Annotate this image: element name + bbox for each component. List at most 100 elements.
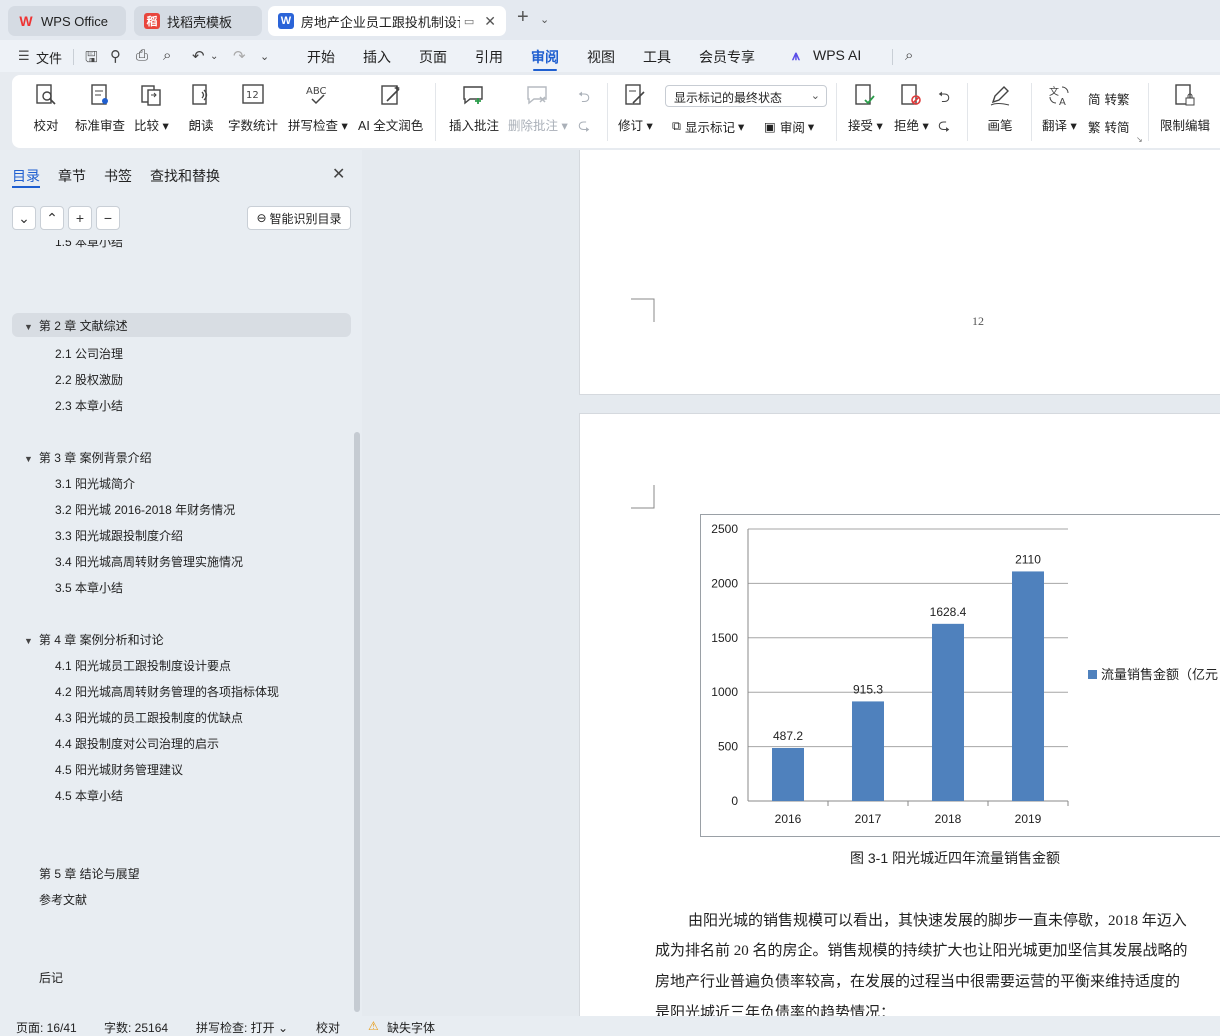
proofread-button[interactable]: 校对 bbox=[32, 81, 60, 134]
pen-button[interactable]: 画笔 bbox=[986, 81, 1014, 134]
word-count-indicator[interactable]: 字数: 25164 bbox=[104, 1019, 168, 1036]
toc-item[interactable]: 2.3 本章小结 bbox=[55, 397, 123, 414]
review-pane-button[interactable]: ▣ 审阅 ▾ bbox=[764, 117, 814, 136]
restrict-edit-button[interactable]: 限制编辑 bbox=[1160, 81, 1210, 134]
menu-tools[interactable]: 工具 bbox=[643, 47, 671, 67]
document-canvas[interactable]: 12 0 500 1000 1500 2000 2500 487.2 2016 915.3 201… bbox=[362, 150, 1220, 1016]
next-comment-icon[interactable]: ⮎ bbox=[578, 115, 590, 140]
to-traditional-label: 转繁 bbox=[1104, 93, 1130, 107]
undo-icon[interactable]: ↶ bbox=[192, 47, 205, 65]
menu-file[interactable]: 文件 bbox=[36, 48, 62, 67]
chevron-down-icon[interactable]: ⌄ bbox=[540, 13, 549, 26]
tab-document[interactable]: W 房地产企业员工跟投机制设计- ▭ ✕ bbox=[268, 6, 506, 36]
collapse-up-button[interactable]: ⌃ bbox=[40, 206, 64, 230]
spell-check-button[interactable]: ABC 拼写检查 ▾ bbox=[288, 81, 348, 134]
menu-review[interactable]: 审阅 bbox=[531, 47, 559, 67]
to-simplified-button[interactable]: 繁 转简 bbox=[1088, 117, 1130, 136]
toc-item[interactable]: 后记 bbox=[39, 969, 63, 986]
nav-tab-bookmarks[interactable]: 书签 bbox=[104, 166, 132, 186]
compare-button[interactable]: 比较 ▾ bbox=[134, 81, 169, 134]
close-tab-icon[interactable]: ✕ bbox=[484, 13, 496, 30]
nav-tab-toc[interactable]: 目录 bbox=[12, 166, 40, 186]
nav-tab-chapters[interactable]: 章节 bbox=[58, 166, 86, 186]
add-level-button[interactable]: + bbox=[68, 206, 92, 230]
markup-state-select[interactable]: 显示标记的最终状态 ⌄ bbox=[665, 85, 827, 107]
document-page[interactable]: 0 500 1000 1500 2000 2500 487.2 2016 915.3 2017 16… bbox=[579, 413, 1220, 1016]
toc-item[interactable]: 4.2 阳光城高周转财务管理的各项指标体现 bbox=[55, 683, 279, 700]
toc-item[interactable]: 1.5 本章小结 bbox=[55, 240, 123, 250]
new-tab-icon[interactable]: + bbox=[517, 6, 529, 29]
accept-button[interactable]: 接受 ▾ bbox=[848, 81, 883, 134]
toc-item[interactable]: 4.3 阳光城的员工跟投制度的优缺点 bbox=[55, 709, 243, 726]
wps-ai-icon[interactable]: ⩚ bbox=[792, 47, 800, 64]
next-change-icon[interactable]: ⮎ bbox=[938, 115, 950, 140]
menu-reference[interactable]: 引用 bbox=[475, 47, 503, 67]
spell-check-label: 拼写检查 ▾ bbox=[288, 119, 348, 133]
nav-tab-find-replace[interactable]: 查找和替换 bbox=[150, 166, 220, 186]
page-indicator[interactable]: 页面: 16/41 bbox=[16, 1019, 77, 1036]
toc-item[interactable]: 3.3 阳光城跟投制度介绍 bbox=[55, 527, 183, 544]
toc-item[interactable]: 第 5 章 结论与展望 bbox=[39, 865, 140, 882]
toc-item[interactable]: 4.1 阳光城员工跟投制度设计要点 bbox=[55, 657, 231, 674]
tab-docer-templates[interactable]: 稻 找稻壳模板 bbox=[134, 6, 262, 36]
ribbon-divider bbox=[836, 83, 837, 141]
standard-review-button[interactable]: 标准审查 bbox=[75, 81, 125, 134]
toc-scrollbar[interactable] bbox=[354, 432, 360, 1012]
toc-item[interactable]: ▼ 第 3 章 案例背景介绍 bbox=[24, 449, 152, 466]
more-icon[interactable]: ⌄ bbox=[260, 50, 269, 63]
document-page[interactable]: 12 bbox=[579, 150, 1220, 395]
hamburger-icon[interactable]: ☰ bbox=[18, 48, 30, 64]
remove-level-button[interactable]: − bbox=[96, 206, 120, 230]
reject-button[interactable]: 拒绝 ▾ bbox=[894, 81, 929, 134]
menu-start[interactable]: 开始 bbox=[307, 47, 335, 67]
toc-item[interactable]: 3.4 阳光城高周转财务管理实施情况 bbox=[55, 553, 243, 570]
word-count-button[interactable]: 12 字数统计 bbox=[228, 81, 278, 134]
menu-wps-ai[interactable]: WPS AI bbox=[813, 47, 861, 63]
insert-comment-button[interactable]: 插入批注 bbox=[449, 81, 499, 134]
dropdown-icon[interactable]: ⌄ bbox=[210, 51, 218, 62]
close-icon[interactable]: ✕ bbox=[332, 164, 345, 184]
toc-item[interactable]: ▼ 第 2 章 文献综述 bbox=[12, 313, 351, 337]
proofread-indicator[interactable]: 校对 bbox=[316, 1019, 340, 1036]
track-changes-button[interactable]: 修订 ▾ bbox=[618, 81, 653, 134]
delete-comment-button[interactable]: 删除批注 ▾ bbox=[508, 81, 568, 134]
bar-chart[interactable]: 0 500 1000 1500 2000 2500 487.2 2016 915.3 2017 16… bbox=[700, 514, 1220, 837]
expand-ribbon-icon[interactable]: ↘ bbox=[1136, 135, 1143, 144]
read-aloud-button[interactable]: 朗读 bbox=[187, 81, 215, 134]
navigation-pane: 目录 章节 书签 查找和替换 ✕ ⌄ ⌃ + − ⊖ 智能识别目录 1.5 本章… bbox=[0, 150, 362, 1016]
toc-item[interactable]: 4.4 跟投制度对公司治理的启示 bbox=[55, 735, 219, 752]
toc-item[interactable]: 参考文献 bbox=[39, 891, 87, 908]
smart-toc-button[interactable]: ⊖ 智能识别目录 bbox=[247, 206, 351, 230]
toc-item[interactable]: 3.2 阳光城 2016-2018 年财务情况 bbox=[55, 501, 235, 518]
toc-item[interactable]: 4.5 本章小结 bbox=[55, 787, 123, 804]
menu-insert[interactable]: 插入 bbox=[363, 47, 391, 67]
toc-item[interactable]: 2.2 股权激励 bbox=[55, 371, 123, 388]
menu-page[interactable]: 页面 bbox=[419, 47, 447, 67]
previous-change-icon[interactable]: ⮌ bbox=[938, 87, 950, 112]
standard-review-icon bbox=[86, 81, 114, 109]
to-traditional-button[interactable]: 简 转繁 bbox=[1088, 89, 1130, 108]
toc-item[interactable]: 3.5 本章小结 bbox=[55, 579, 123, 596]
menu-view[interactable]: 视图 bbox=[587, 47, 615, 67]
toc-item[interactable]: 4.5 阳光城财务管理建议 bbox=[55, 761, 183, 778]
tab-wps-office[interactable]: W WPS Office bbox=[8, 6, 126, 36]
translate-button[interactable]: 文A 翻译 ▾ bbox=[1042, 81, 1077, 134]
toc-item[interactable]: 2.1 公司治理 bbox=[55, 345, 123, 362]
expand-down-button[interactable]: ⌄ bbox=[12, 206, 36, 230]
menu-member[interactable]: 会员专享 bbox=[699, 47, 755, 67]
redo-icon[interactable]: ↷ bbox=[233, 47, 246, 65]
print-icon[interactable]: ⎙ bbox=[136, 47, 148, 64]
spell-check-indicator[interactable]: 拼写检查: 打开 ⌄ bbox=[196, 1019, 288, 1036]
lock-document-icon bbox=[1171, 81, 1199, 109]
monitor-icon[interactable]: ▭ bbox=[464, 15, 474, 28]
save-icon[interactable]: 🖫 bbox=[85, 47, 98, 72]
previous-comment-icon[interactable]: ⮌ bbox=[578, 87, 590, 112]
toc-item[interactable]: 3.1 阳光城简介 bbox=[55, 475, 135, 492]
ai-polish-button[interactable]: AI 全文润色 bbox=[358, 81, 423, 134]
missing-font-indicator[interactable]: 缺失字体 bbox=[387, 1019, 435, 1036]
search-icon[interactable]: ⌕ bbox=[905, 47, 913, 64]
print-preview-icon[interactable]: ⌕ bbox=[163, 47, 171, 64]
show-markup-button[interactable]: ⧉ 显示标记 ▾ bbox=[672, 117, 744, 136]
link-icon[interactable]: ⚲ bbox=[110, 47, 121, 65]
toc-item[interactable]: ▼ 第 4 章 案例分析和讨论 bbox=[24, 631, 164, 648]
